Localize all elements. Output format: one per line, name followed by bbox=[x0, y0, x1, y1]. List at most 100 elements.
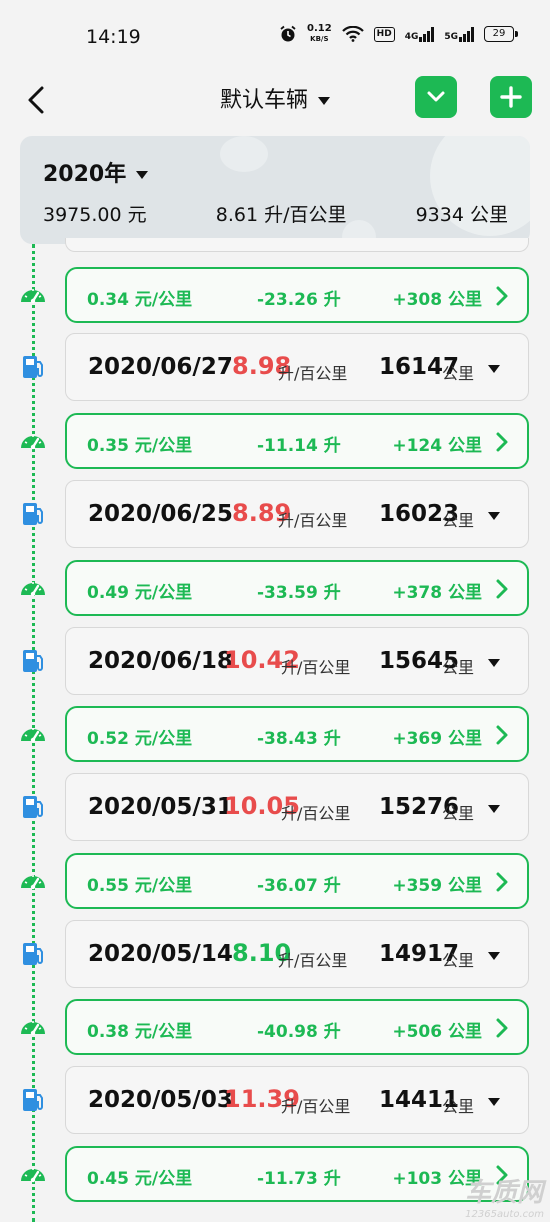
trip-distance: +378 公里 bbox=[392, 583, 482, 603]
trip-fuel-used: -36.07 升 bbox=[257, 876, 341, 896]
trip-cost-per-km: 0.35 元/公里 bbox=[87, 436, 193, 456]
watermark-logo: 车质网 12365auto.com bbox=[465, 1178, 544, 1220]
fuel-pump-icon bbox=[18, 939, 48, 969]
chevron-down-icon bbox=[136, 171, 149, 179]
trip-summary-card[interactable]: 0.35 元/公里 -11.14 升 +124 公里 bbox=[65, 413, 529, 469]
year-selector[interactable]: 2020年 bbox=[43, 156, 149, 188]
gauge-icon bbox=[18, 1159, 48, 1189]
gauge-icon bbox=[18, 573, 48, 603]
odometer-unit: 公里 bbox=[442, 658, 475, 677]
trip-distance: +369 公里 bbox=[392, 729, 482, 749]
efficiency-unit: 升/百公里 bbox=[281, 1097, 351, 1116]
odometer-unit: 公里 bbox=[442, 1097, 475, 1116]
app-header: 默认车辆 bbox=[0, 72, 550, 128]
trip-cost-per-km: 0.49 元/公里 bbox=[87, 583, 193, 603]
chevron-right-icon bbox=[496, 579, 508, 599]
fuel-pump-icon bbox=[18, 352, 48, 382]
trip-summary-card[interactable]: 0.49 元/公里 -33.59 升 +378 公里 bbox=[65, 560, 529, 616]
chevron-down-icon[interactable] bbox=[488, 952, 500, 960]
status-bar: 14:19 0.12 KB/S HD 4G 5G 29 bbox=[0, 0, 550, 72]
fuel-pump-icon bbox=[18, 499, 48, 529]
refuel-date: 2020/06/27 bbox=[88, 354, 233, 380]
chevron-down-icon bbox=[427, 91, 445, 102]
chevron-down-icon[interactable] bbox=[488, 805, 500, 813]
chevron-down-icon bbox=[318, 97, 330, 105]
refuel-record-card[interactable]: 2020/05/14 8.10 升/百公里 14917 公里 bbox=[65, 920, 529, 988]
trip-summary-card[interactable]: 0.55 元/公里 -36.07 升 +359 公里 bbox=[65, 853, 529, 909]
refuel-date: 2020/05/31 bbox=[88, 794, 233, 820]
trip-summary-card[interactable]: 0.34 元/公里 -23.26 升 +308 公里 bbox=[65, 267, 529, 323]
chevron-right-icon bbox=[496, 725, 508, 745]
trip-fuel-used: -11.14 升 bbox=[257, 436, 341, 456]
refuel-record-card[interactable]: 2020/06/18 10.42 升/百公里 15645 公里 bbox=[65, 627, 529, 695]
gauge-icon bbox=[18, 866, 48, 896]
decor-bubble bbox=[220, 136, 268, 172]
odometer-unit: 公里 bbox=[442, 511, 475, 530]
trip-summary-card[interactable]: 0.45 元/公里 -11.73 升 +103 公里 bbox=[65, 1146, 529, 1202]
efficiency-unit: 升/百公里 bbox=[278, 364, 348, 383]
efficiency-unit: 升/百公里 bbox=[281, 658, 351, 677]
avg-consumption: 8.61 升/百公里 bbox=[215, 204, 347, 226]
trip-distance: +506 公里 bbox=[392, 1022, 482, 1042]
efficiency-unit: 升/百公里 bbox=[281, 804, 351, 823]
trip-fuel-used: -38.43 升 bbox=[257, 729, 341, 749]
trip-fuel-used: -33.59 升 bbox=[257, 583, 341, 603]
expand-button[interactable] bbox=[415, 76, 457, 118]
alarm-icon bbox=[280, 25, 296, 42]
trip-cost-per-km: 0.52 元/公里 bbox=[87, 729, 193, 749]
odometer-unit: 公里 bbox=[442, 951, 475, 970]
trip-cost-per-km: 0.55 元/公里 bbox=[87, 876, 193, 896]
chevron-right-icon bbox=[496, 286, 508, 306]
trip-cost-per-km: 0.34 元/公里 bbox=[87, 290, 193, 310]
battery-icon: 29 bbox=[484, 26, 518, 42]
vehicle-selector[interactable]: 默认车辆 bbox=[0, 82, 550, 114]
efficiency-unit: 升/百公里 bbox=[278, 511, 348, 530]
trip-fuel-used: -11.73 升 bbox=[257, 1169, 341, 1189]
efficiency-unit: 升/百公里 bbox=[278, 951, 348, 970]
trip-summary-card[interactable]: 0.52 元/公里 -38.43 升 +369 公里 bbox=[65, 706, 529, 762]
hd-badge: HD bbox=[373, 26, 395, 42]
year-summary-card: 2020年 3975.00 元 8.61 升/百公里 9334 公里 bbox=[20, 136, 530, 244]
trip-distance: +308 公里 bbox=[392, 290, 482, 310]
page-title: 默认车辆 bbox=[219, 88, 308, 113]
chevron-down-icon[interactable] bbox=[488, 512, 500, 520]
refuel-date: 2020/06/18 bbox=[88, 648, 233, 674]
refuel-record-card[interactable]: 2020/05/03 11.39 升/百公里 14411 公里 bbox=[65, 1066, 529, 1134]
gauge-icon bbox=[18, 719, 48, 749]
plus-icon bbox=[500, 86, 522, 108]
add-record-button[interactable] bbox=[490, 76, 532, 118]
fuel-pump-icon bbox=[18, 1085, 48, 1115]
trip-cost-per-km: 0.45 元/公里 bbox=[87, 1169, 193, 1189]
refuel-record-card[interactable]: 2020/06/27 8.98 升/百公里 16147 公里 bbox=[65, 333, 529, 401]
trip-fuel-used: -23.26 升 bbox=[257, 290, 341, 310]
gauge-icon bbox=[18, 280, 48, 310]
gauge-icon bbox=[18, 1012, 48, 1042]
signal-4g: 4G bbox=[405, 26, 435, 42]
trip-fuel-used: -40.98 升 bbox=[257, 1022, 341, 1042]
chevron-right-icon bbox=[496, 432, 508, 452]
signal-5g: 5G bbox=[444, 26, 474, 42]
fuel-pump-icon bbox=[18, 792, 48, 822]
clock: 14:19 bbox=[86, 26, 141, 48]
total-distance: 9334 公里 bbox=[415, 204, 508, 226]
chevron-down-icon[interactable] bbox=[488, 659, 500, 667]
odometer-unit: 公里 bbox=[442, 364, 475, 383]
summary-stats: 3975.00 元 8.61 升/百公里 9334 公里 bbox=[43, 200, 508, 227]
total-cost: 3975.00 元 bbox=[43, 204, 147, 226]
network-speed: 0.12 KB/S bbox=[306, 23, 332, 44]
refuel-date: 2020/06/25 bbox=[88, 501, 233, 527]
chevron-down-icon[interactable] bbox=[488, 365, 500, 373]
trip-cost-per-km: 0.38 元/公里 bbox=[87, 1022, 193, 1042]
chevron-right-icon bbox=[496, 1018, 508, 1038]
trip-distance: +359 公里 bbox=[392, 876, 482, 896]
refuel-record-card[interactable]: 2020/05/31 10.05 升/百公里 15276 公里 bbox=[65, 773, 529, 841]
refuel-date: 2020/05/14 bbox=[88, 941, 233, 967]
chevron-right-icon bbox=[496, 872, 508, 892]
trip-summary-card[interactable]: 0.38 元/公里 -40.98 升 +506 公里 bbox=[65, 999, 529, 1055]
odometer-unit: 公里 bbox=[442, 804, 475, 823]
refuel-record-card[interactable]: 2020/06/25 8.89 升/百公里 16023 公里 bbox=[65, 480, 529, 548]
partial-record-card bbox=[65, 238, 529, 252]
status-icons: 0.12 KB/S HD 4G 5G 29 bbox=[279, 23, 518, 44]
chevron-down-icon[interactable] bbox=[488, 1098, 500, 1106]
refuel-date: 2020/05/03 bbox=[88, 1087, 233, 1113]
